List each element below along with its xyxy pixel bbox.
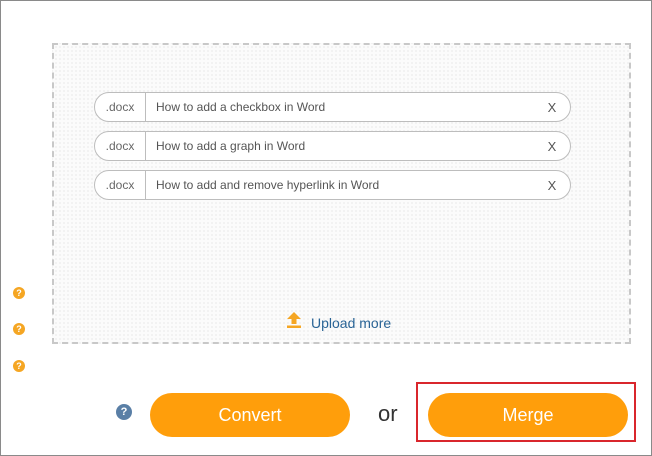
or-separator: or — [378, 401, 398, 426]
file-row: .docx How to add a checkbox in Word X — [94, 92, 571, 122]
remove-file-button[interactable]: X — [534, 139, 570, 154]
remove-file-button[interactable]: X — [534, 178, 570, 193]
remove-file-button[interactable]: X — [534, 100, 570, 115]
upload-arrow-icon — [287, 312, 301, 333]
upload-more-label: Upload more — [311, 314, 392, 331]
file-name: How to add and remove hyperlink in Word — [156, 178, 380, 192]
file-extension: .docx — [95, 93, 146, 121]
file-row: .docx How to add and remove hyperlink in… — [94, 170, 571, 200]
upload-more-link[interactable]: Upload more — [287, 312, 391, 333]
convert-button[interactable]: Convert — [150, 393, 350, 437]
file-extension: .docx — [95, 171, 146, 199]
help-icon[interactable]: ? — [116, 404, 132, 420]
app-frame: .docx How to add a checkbox in Word X .d… — [0, 0, 652, 456]
file-name: How to add a checkbox in Word — [156, 100, 326, 114]
help-icon[interactable]: ? — [13, 323, 25, 335]
merge-button[interactable]: Merge — [428, 393, 628, 437]
file-row: .docx How to add a graph in Word X — [94, 131, 571, 161]
file-dropzone[interactable]: .docx How to add a checkbox in Word X .d… — [52, 43, 631, 344]
file-extension: .docx — [95, 132, 146, 160]
help-icon[interactable]: ? — [13, 360, 25, 372]
help-icon[interactable]: ? — [13, 287, 25, 299]
file-name: How to add a graph in Word — [156, 139, 306, 153]
